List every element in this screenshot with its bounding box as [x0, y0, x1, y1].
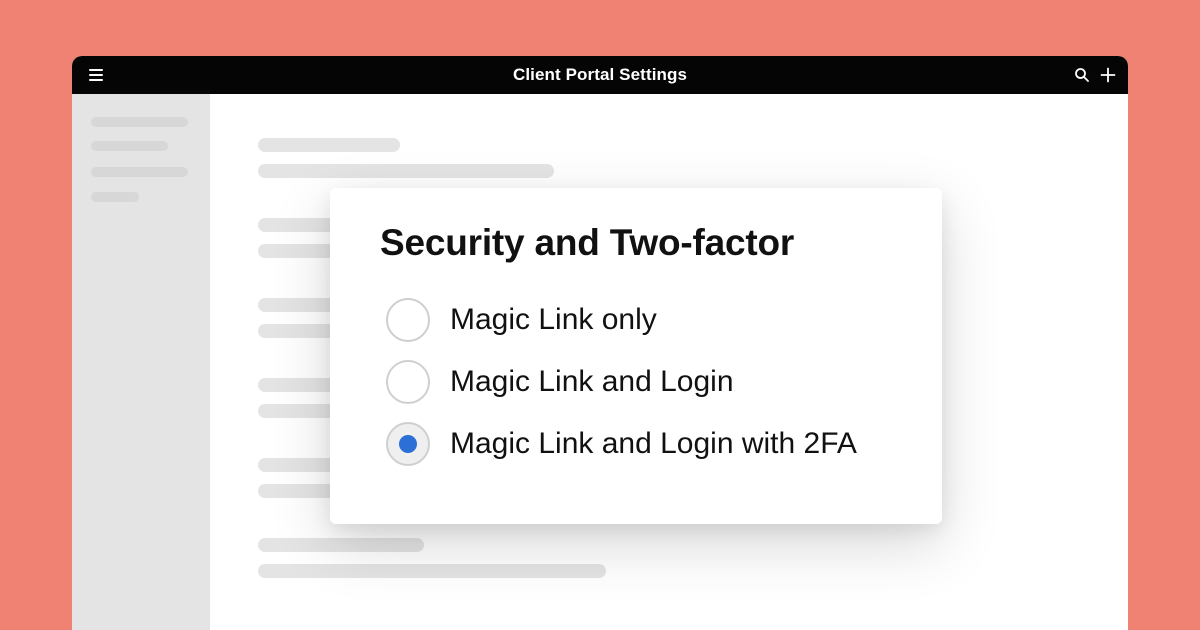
plus-icon[interactable]	[1099, 66, 1117, 84]
option-label: Magic Link and Login	[450, 365, 734, 398]
option-label: Magic Link and Login with 2FA	[450, 427, 857, 460]
content-placeholder-line	[258, 538, 424, 552]
radio-button-selected[interactable]	[386, 422, 430, 466]
option-magic-link-only[interactable]: Magic Link only	[386, 296, 926, 344]
content-placeholder-line	[258, 164, 554, 178]
content-placeholder-line	[258, 564, 606, 578]
sidebar-placeholder-line	[91, 167, 188, 177]
sidebar-placeholder-line	[91, 117, 188, 127]
security-settings-dialog: Security and Two-factor Magic Link only …	[330, 188, 942, 524]
search-icon[interactable]	[1074, 67, 1090, 83]
content-placeholder-line	[258, 138, 400, 152]
radio-button[interactable]	[386, 360, 430, 404]
dialog-title: Security and Two-factor	[380, 222, 795, 263]
radio-selected-dot	[399, 435, 417, 453]
sidebar-placeholder-line	[91, 192, 139, 202]
sidebar	[72, 94, 210, 630]
radio-button[interactable]	[386, 298, 430, 342]
sidebar-placeholder-line	[91, 141, 168, 151]
option-label: Magic Link only	[450, 303, 657, 336]
title-bar: Client Portal Settings	[72, 56, 1128, 94]
option-magic-link-and-login[interactable]: Magic Link and Login	[386, 358, 926, 406]
option-magic-link-and-login-with-2fa[interactable]: Magic Link and Login with 2FA	[386, 420, 926, 468]
window-title: Client Portal Settings	[512, 65, 688, 84]
